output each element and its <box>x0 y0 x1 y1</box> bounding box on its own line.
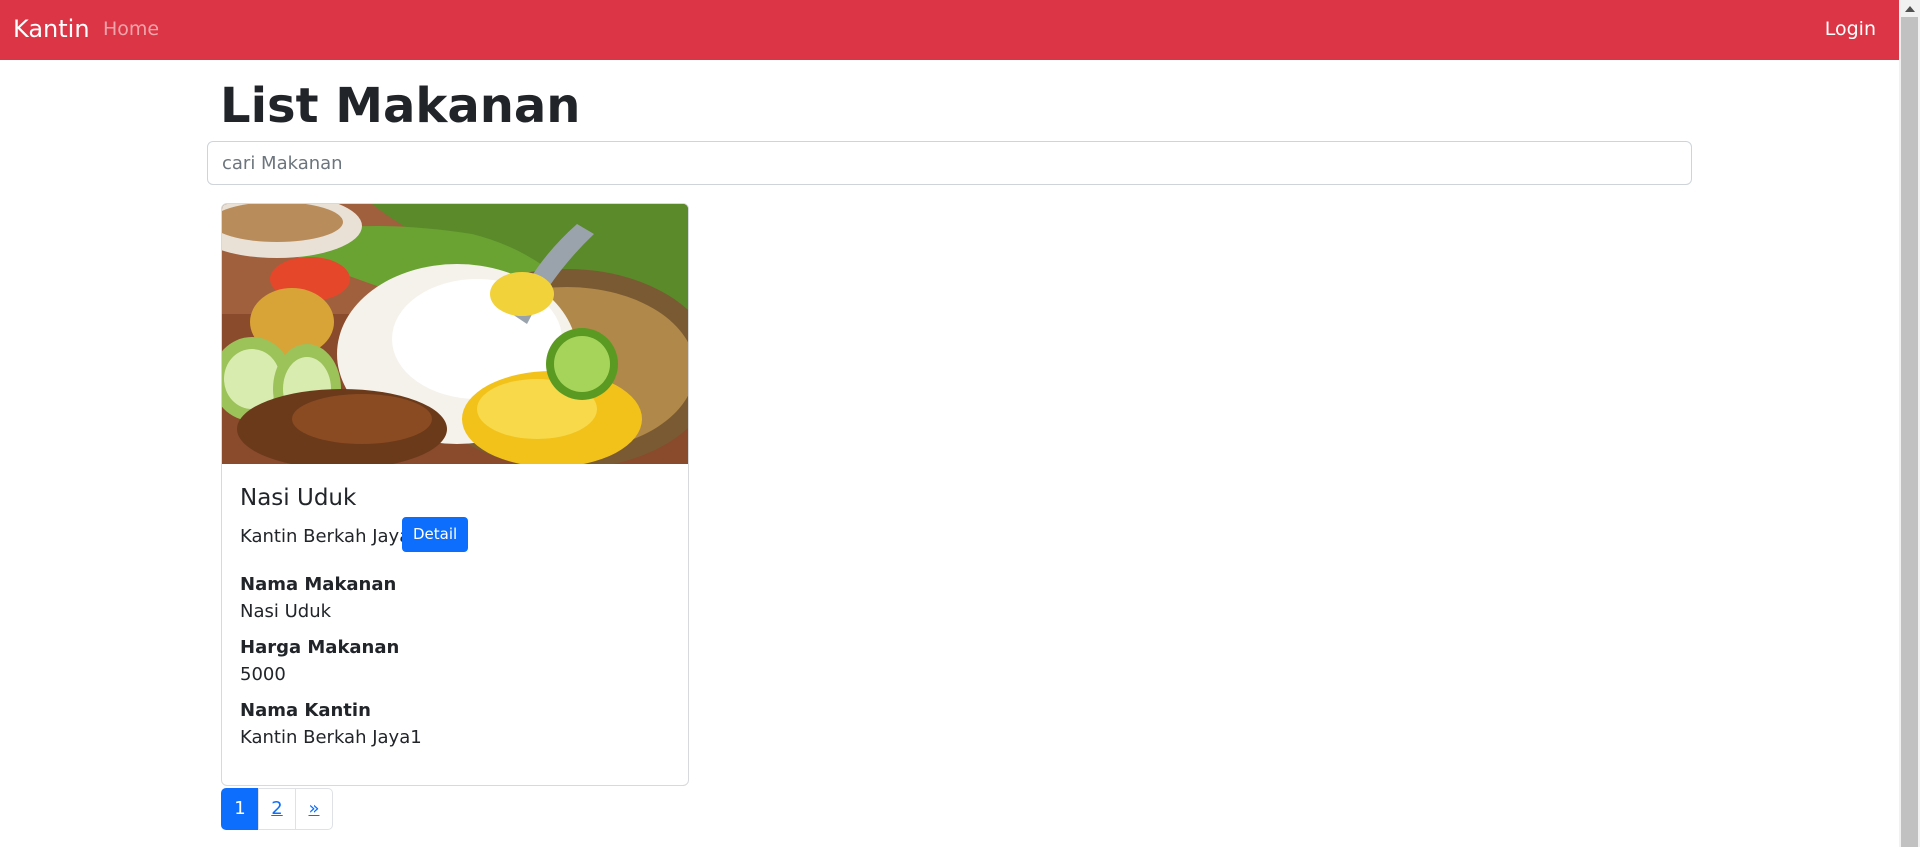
brand-link[interactable]: Kantin <box>13 14 90 44</box>
field-label-nama-kantin: Nama Kantin <box>240 700 371 721</box>
search-input[interactable] <box>207 141 1692 185</box>
scroll-up-arrow-icon[interactable] <box>1899 0 1920 17</box>
page-1-link[interactable]: 1 <box>221 788 259 830</box>
pagination: 1 2 » <box>221 788 333 830</box>
vertical-scrollbar[interactable] <box>1899 0 1920 847</box>
food-image <box>222 204 688 464</box>
card-kantin-name: Kantin Berkah Jaya1 <box>240 526 422 547</box>
nav-home-link[interactable]: Home <box>103 18 159 40</box>
field-label-harga-makanan: Harga Makanan <box>240 637 400 658</box>
navbar: Kantin Home Login <box>0 0 1899 60</box>
page-2-link[interactable]: 2 <box>258 788 296 830</box>
page-title: List Makanan <box>220 78 581 134</box>
field-value-harga-makanan: 5000 <box>240 664 286 685</box>
field-value-nama-makanan: Nasi Uduk <box>240 601 332 622</box>
field-value-nama-kantin: Kantin Berkah Jaya1 <box>240 727 422 748</box>
field-label-nama-makanan: Nama Makanan <box>240 574 397 595</box>
scrollbar-thumb[interactable] <box>1901 17 1918 847</box>
nav-login-link[interactable]: Login <box>1825 18 1876 40</box>
page: Kantin Home Login List Makanan cari Maka… <box>0 0 1899 847</box>
detail-button[interactable]: Detail <box>402 517 469 552</box>
food-card: Nasi Uduk Kantin Berkah Jaya1 Detail Nam… <box>221 203 689 786</box>
next-page-link[interactable]: » <box>295 788 333 830</box>
card-title: Nasi Uduk <box>240 485 357 511</box>
